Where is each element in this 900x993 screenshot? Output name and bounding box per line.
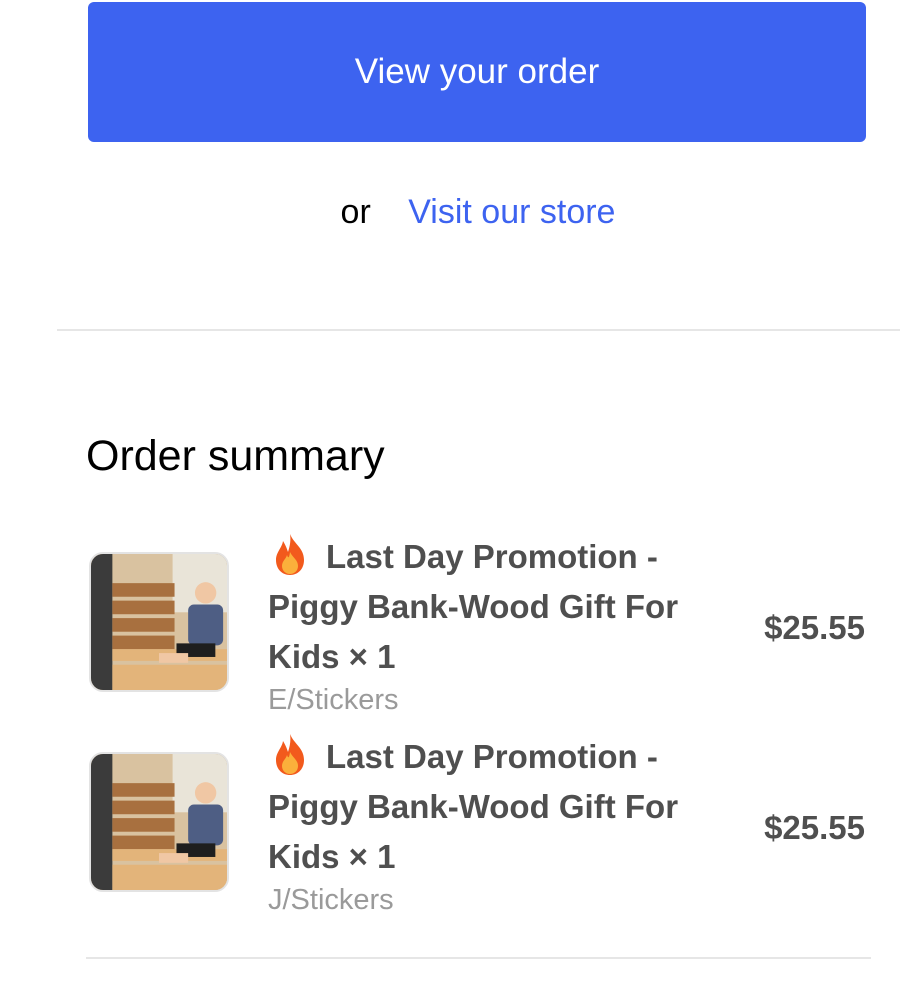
product-variant: J/Stickers xyxy=(268,884,394,916)
product-photo-icon xyxy=(91,754,227,890)
order-line-item: Last Day Promotion - Piggy Bank-Wood Gif… xyxy=(0,732,900,922)
order-confirmation-page: View your order or Visit our store Order… xyxy=(0,0,900,993)
divider xyxy=(86,957,871,959)
product-price: $25.55 xyxy=(764,809,865,846)
product-title: Last Day Promotion - Piggy Bank-Wood Gif… xyxy=(268,732,708,882)
product-photo-icon xyxy=(91,554,227,690)
product-thumbnail[interactable] xyxy=(89,552,229,692)
product-price: $25.55 xyxy=(764,609,865,646)
view-order-button[interactable]: View your order xyxy=(88,2,866,142)
product-variant: E/Stickers xyxy=(268,684,399,716)
fire-emoji-icon xyxy=(276,534,304,575)
store-link-row: or Visit our store xyxy=(0,190,900,234)
product-title-text: Last Day Promotion - Piggy Bank-Wood Gif… xyxy=(268,538,679,675)
fire-emoji-icon xyxy=(276,734,304,775)
product-title: Last Day Promotion - Piggy Bank-Wood Gif… xyxy=(268,532,708,682)
or-text: or xyxy=(340,193,371,231)
view-order-button-label: View your order xyxy=(354,52,600,91)
divider xyxy=(57,329,900,331)
product-title-text: Last Day Promotion - Piggy Bank-Wood Gif… xyxy=(268,738,679,875)
visit-store-link[interactable]: Visit our store xyxy=(408,193,615,231)
order-summary-title: Order summary xyxy=(86,432,385,480)
order-line-item: Last Day Promotion - Piggy Bank-Wood Gif… xyxy=(0,532,900,722)
product-thumbnail[interactable] xyxy=(89,752,229,892)
